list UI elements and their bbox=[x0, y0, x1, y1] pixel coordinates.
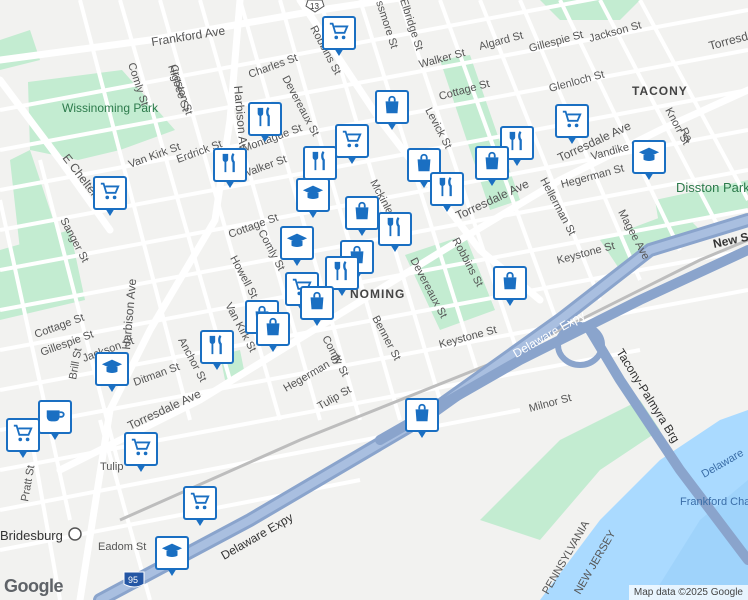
shopping-cart-icon bbox=[341, 128, 363, 155]
restaurant-pin-1[interactable] bbox=[248, 102, 282, 144]
label-tacony: TACONY bbox=[632, 84, 688, 98]
school-pin-2[interactable] bbox=[296, 178, 330, 220]
label-tulip-2: Tulip bbox=[100, 461, 123, 473]
grocery-pin-8[interactable] bbox=[183, 486, 217, 528]
grocery-pin-7[interactable] bbox=[124, 432, 158, 474]
cafe-pin-1[interactable] bbox=[38, 400, 72, 442]
shopping-cart-icon bbox=[130, 436, 152, 463]
google-logo: Google bbox=[4, 576, 64, 596]
graduation-cap-icon bbox=[101, 356, 123, 383]
fork-knife-icon bbox=[384, 216, 406, 243]
shopping-bag-icon bbox=[481, 150, 503, 177]
shopping-cart-icon bbox=[12, 422, 34, 449]
school-pin-5[interactable] bbox=[155, 536, 189, 578]
fork-knife-icon bbox=[331, 260, 353, 287]
fork-knife-icon bbox=[506, 130, 528, 157]
fork-knife-icon bbox=[254, 106, 276, 133]
restaurant-pin-8[interactable] bbox=[200, 330, 234, 372]
label-bridesburg: Bridesburg bbox=[0, 528, 63, 543]
shopping-bag-icon bbox=[351, 200, 373, 227]
school-pin-3[interactable] bbox=[280, 226, 314, 268]
graduation-cap-icon bbox=[302, 182, 324, 209]
fork-knife-icon bbox=[436, 176, 458, 203]
shopping-bag-icon bbox=[499, 270, 521, 297]
shopping-cart-icon bbox=[99, 180, 121, 207]
coffee-cup-icon bbox=[44, 404, 66, 431]
school-pin-1[interactable] bbox=[632, 140, 666, 182]
restaurant-pin-3[interactable] bbox=[213, 148, 247, 190]
map-attribution: Map data ©2025 Google bbox=[628, 585, 748, 600]
label-disston-park: Disston Park bbox=[676, 180, 748, 195]
shop-pin-9[interactable] bbox=[493, 266, 527, 308]
rail-station-icon bbox=[68, 527, 82, 541]
shopping-cart-icon bbox=[328, 20, 350, 47]
restaurant-pin-5[interactable] bbox=[430, 172, 464, 214]
grocery-pin-4[interactable] bbox=[93, 176, 127, 218]
graduation-cap-icon bbox=[286, 230, 308, 257]
fork-knife-icon bbox=[206, 334, 228, 361]
fork-knife-icon bbox=[219, 152, 241, 179]
shop-pin-1[interactable] bbox=[375, 90, 409, 132]
grocery-pin-2[interactable] bbox=[335, 124, 369, 166]
shop-pin-8[interactable] bbox=[256, 312, 290, 354]
restaurant-pin-6[interactable] bbox=[378, 212, 412, 254]
svg-text:95: 95 bbox=[128, 575, 138, 585]
shop-pin-6[interactable] bbox=[300, 286, 334, 328]
shopping-bag-icon bbox=[411, 402, 433, 429]
label-eadom: Eadom St bbox=[98, 541, 146, 553]
map-canvas[interactable]: Frankford Ave Elbridge St ssmore St Robb… bbox=[0, 0, 748, 600]
shopping-bag-icon bbox=[306, 290, 328, 317]
shop-pin-10[interactable] bbox=[405, 398, 439, 440]
shopping-cart-icon bbox=[561, 108, 583, 135]
shopping-bag-icon bbox=[381, 94, 403, 121]
shop-pin-3[interactable] bbox=[475, 146, 509, 188]
graduation-cap-icon bbox=[638, 144, 660, 171]
label-wissinoming-park: Wissinoming Park bbox=[62, 101, 159, 115]
fork-knife-icon bbox=[309, 150, 331, 177]
shop-pin-4[interactable] bbox=[345, 196, 379, 238]
i-95-shield: 95 bbox=[123, 571, 145, 588]
grocery-pin-6[interactable] bbox=[6, 418, 40, 460]
shopping-bag-icon bbox=[262, 316, 284, 343]
label-frankford-channel-1: Frankford Channel bbox=[680, 496, 748, 508]
grocery-pin-1[interactable] bbox=[322, 16, 356, 58]
shopping-cart-icon bbox=[189, 490, 211, 517]
graduation-cap-icon bbox=[161, 540, 183, 567]
school-pin-4[interactable] bbox=[95, 352, 129, 394]
svg-text:13: 13 bbox=[310, 2, 319, 11]
grocery-pin-3[interactable] bbox=[555, 104, 589, 146]
